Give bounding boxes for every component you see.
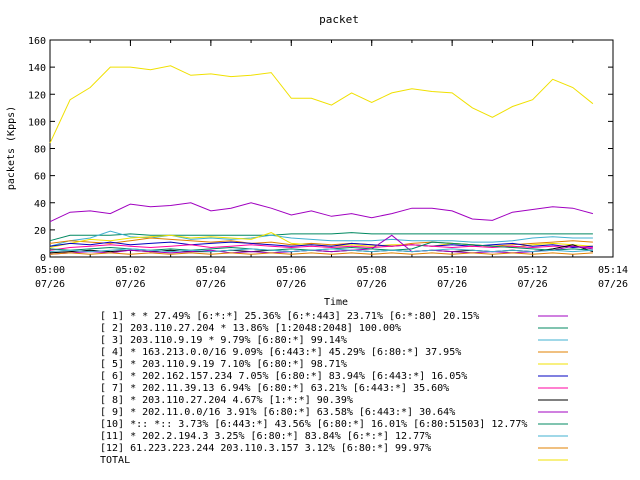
x-tick-time: 05:08 [357, 265, 387, 276]
y-tick-label: 80 [34, 145, 46, 156]
x-tick-time: 05:10 [437, 265, 467, 276]
x-tick-date: 07/26 [437, 279, 467, 290]
legend-label: [ 3] 203.110.9.19 * 9.79% [6:80:*] 99.14… [100, 335, 347, 346]
chart-title: packet [319, 13, 359, 26]
legend-label: [11] * 202.2.194.3 3.25% [6:80:*] 83.84%… [100, 431, 431, 442]
y-tick-label: 20 [34, 226, 46, 237]
y-tick-label: 120 [28, 90, 46, 101]
x-tick-time: 05:06 [276, 265, 306, 276]
x-tick-date: 07/26 [518, 279, 548, 290]
legend-label: TOTAL [100, 455, 130, 466]
x-axis-label: Time [324, 297, 348, 308]
x-ticks: 05:00 07/26 05:02 07/26 05:04 07/26 05:06 07/26… [35, 40, 628, 290]
series-line-12 [49, 252, 593, 255]
y-axis-label: packets (Kpps) [6, 106, 17, 190]
x-tick-time: 05:02 [115, 265, 145, 276]
x-tick-date: 07/26 [276, 279, 306, 290]
x-tick-date: 07/26 [598, 279, 628, 290]
plot-area [49, 39, 614, 258]
y-tick-label: 100 [28, 117, 46, 128]
legend-label: [ 2] 203.110.27.204 * 13.86% [1:2048:204… [100, 323, 401, 334]
legend-label: [ 1] * * 27.49% [6:*:*] 25.36% [6:*:443]… [100, 311, 479, 322]
legend-label: [ 9] * 202.11.0.0/16 3.91% [6:80:*] 63.5… [100, 407, 455, 418]
x-tick-date: 07/26 [196, 279, 226, 290]
x-tick-time: 05:14 [598, 265, 628, 276]
x-tick-date: 07/26 [115, 279, 145, 290]
legend-label: [12] 61.223.223.244 203.110.3.157 3.12% … [100, 443, 431, 454]
y-tick-label: 0 [40, 253, 46, 264]
legend-label: [ 7] * 202.11.39.13 6.94% [6:80:*] 63.21… [100, 383, 449, 394]
x-tick-date: 07/26 [35, 279, 65, 290]
legend-label: [ 4] * 163.213.0.0/16 9.09% [6:443:*] 45… [100, 347, 461, 358]
x-tick-date: 07/26 [357, 279, 387, 290]
x-tick-time: 05:12 [518, 265, 548, 276]
chart: packet packets (Kpps) 0 20 40 60 80 100 120 140… [6, 13, 628, 466]
legend-label: [ 6] * 202.162.157.234 7.05% [6:80:*] 83… [100, 371, 467, 382]
series-lines [49, 65, 594, 255]
y-tick-label: 60 [34, 172, 46, 183]
series-line-1 [49, 202, 594, 223]
plot-frame [49, 39, 614, 258]
y-tick-label: 140 [28, 63, 46, 74]
y-tick-label: 160 [28, 36, 46, 47]
series-line-13 [49, 65, 594, 144]
legend-label: [ 8] * 203.110.27.204 4.67% [1:*:*] 90.3… [100, 395, 353, 406]
y-ticks: 0 20 40 60 80 100 120 140 160 [28, 36, 613, 264]
legend: [ 1] * * 27.49% [6:*:*] 25.36% [6:*:443]… [100, 311, 568, 466]
legend-label: [ 5] * 203.110.9.19 7.10% [6:80:*] 98.71… [100, 359, 347, 370]
y-tick-label: 40 [34, 199, 46, 210]
x-tick-time: 05:04 [196, 265, 226, 276]
x-tick-time: 05:00 [35, 265, 65, 276]
legend-label: [10] *:: *:: 3.73% [6:443:*] 43.56% [6:8… [100, 419, 527, 430]
